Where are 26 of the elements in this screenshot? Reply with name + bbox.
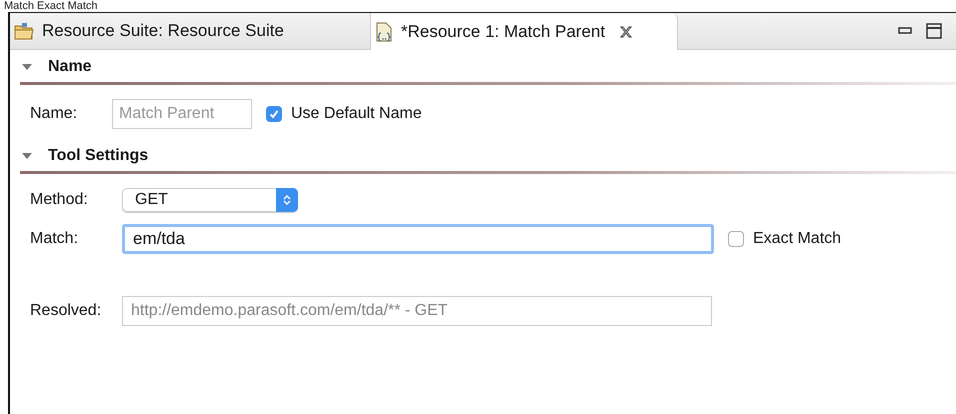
twisty-icon[interactable] <box>22 153 32 159</box>
up-down-arrows-icon <box>283 194 291 206</box>
document-icon <box>375 22 393 42</box>
field-label: Name: <box>30 105 78 123</box>
checkmark-icon <box>268 108 280 120</box>
method-dropdown[interactable]: GET <box>122 188 298 212</box>
resolved-field: http://emdemo.parasoft.com/em/tda/** - GET <box>122 296 712 326</box>
minimize-icon[interactable] <box>898 27 912 35</box>
folder-icon <box>14 22 34 40</box>
tab-label: Resource Suite: Resource Suite <box>42 21 284 41</box>
maximize-icon[interactable] <box>926 23 942 39</box>
checkbox[interactable] <box>728 231 744 247</box>
checkbox-label: Use Default Name <box>291 105 422 123</box>
caption-text: Match Exact Match <box>3 0 99 12</box>
twisty-icon[interactable] <box>22 64 32 70</box>
editor-tab[interactable]: *Resource 1: Match Parent <box>371 13 678 50</box>
checkbox[interactable] <box>266 106 282 122</box>
tab-label: *Resource 1: Match Parent <box>401 22 606 42</box>
checkbox-label: Exact Match <box>753 230 842 248</box>
match-field[interactable]: em/tda <box>122 224 714 254</box>
field-label: Match: <box>30 230 80 248</box>
field-label: Resolved: <box>30 302 102 320</box>
section-title: Tool Settings <box>48 147 148 165</box>
section-title: Name <box>48 58 92 76</box>
field-label: Method: <box>30 191 89 209</box>
close-icon[interactable] <box>619 24 634 38</box>
